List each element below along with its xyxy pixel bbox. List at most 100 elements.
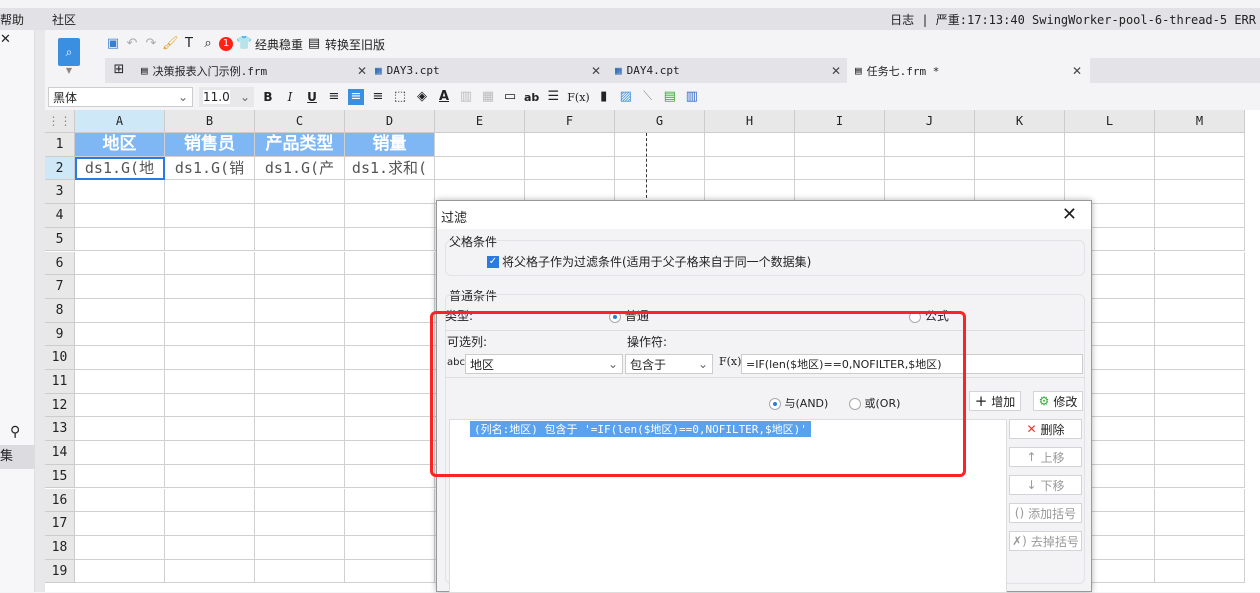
cell[interactable]	[1155, 298, 1245, 323]
menu-help[interactable]: 帮助	[0, 11, 24, 28]
brush-icon[interactable]: 🖌	[162, 36, 179, 52]
cell[interactable]	[1155, 441, 1245, 465]
cell[interactable]	[525, 133, 615, 157]
undo-icon[interactable]: ↶	[124, 36, 140, 52]
cell[interactable]	[345, 370, 435, 394]
cell[interactable]	[795, 156, 885, 181]
cell[interactable]	[75, 393, 165, 418]
close-icon[interactable]: ✕	[0, 32, 11, 47]
italic-button[interactable]: I	[282, 90, 298, 104]
cell[interactable]	[885, 133, 975, 157]
panel-splitter[interactable]	[35, 30, 45, 592]
cell[interactable]	[345, 464, 435, 489]
formula-icon[interactable]: F(x)	[719, 355, 741, 368]
cell[interactable]	[75, 275, 165, 299]
cell[interactable]	[345, 559, 435, 584]
cell[interactable]	[345, 417, 435, 442]
data-cell[interactable]: ds1.G(销	[165, 156, 255, 181]
cell[interactable]	[255, 275, 345, 299]
cell[interactable]	[1065, 156, 1155, 181]
close-icon[interactable]: ✕	[1062, 204, 1077, 225]
cell[interactable]	[1155, 227, 1245, 252]
cell[interactable]	[165, 441, 255, 465]
data-cell[interactable]: ds1.G(产	[255, 156, 345, 181]
cell[interactable]	[165, 322, 255, 347]
cell[interactable]	[1155, 535, 1245, 560]
tab-file-3[interactable]: ▦ DAY4.cpt ✕	[607, 58, 849, 83]
or-radio[interactable]: 或(OR)	[849, 395, 900, 411]
cell[interactable]	[165, 275, 255, 299]
cell[interactable]	[255, 535, 345, 560]
cell[interactable]	[75, 441, 165, 465]
cell[interactable]	[1155, 156, 1245, 181]
cell[interactable]	[525, 156, 615, 181]
column-header[interactable]: D	[345, 110, 435, 133]
cell[interactable]	[1155, 464, 1245, 489]
header-cell[interactable]: 地区	[75, 133, 165, 157]
value-input[interactable]: =IF(len($地区)==0,NOFILTER,$地区)	[741, 354, 1083, 374]
condition-item[interactable]: (列名:地区) 包含于 '=IF(len($地区)==0,NOFILTER,$地…	[470, 421, 811, 437]
cell[interactable]	[165, 204, 255, 228]
search-icon[interactable]: ⚲	[10, 424, 20, 440]
cell[interactable]	[75, 204, 165, 228]
close-tab-icon[interactable]: ✕	[1072, 64, 1082, 78]
cell[interactable]	[885, 156, 975, 181]
cell[interactable]	[1155, 393, 1245, 418]
cell[interactable]	[75, 346, 165, 370]
row-header[interactable]: 12	[45, 393, 75, 418]
align-left-icon[interactable]: ≡	[326, 89, 342, 105]
cell[interactable]	[255, 417, 345, 442]
row-header[interactable]: 5	[45, 227, 75, 252]
cell[interactable]	[75, 417, 165, 442]
cell[interactable]	[615, 133, 705, 157]
row-header[interactable]: 15	[45, 464, 75, 489]
cell[interactable]	[75, 535, 165, 560]
cell[interactable]	[1155, 512, 1245, 536]
cell[interactable]	[75, 227, 165, 252]
cell[interactable]	[1155, 204, 1245, 228]
cell[interactable]	[165, 370, 255, 394]
tab-file-1[interactable]: ▤ 决策报表入门示例.frm ✕	[133, 58, 375, 83]
widget-icon[interactable]: ▥	[684, 89, 700, 105]
cell[interactable]	[165, 488, 255, 513]
cell[interactable]	[1155, 370, 1245, 394]
font-color-icon[interactable]: A	[436, 89, 452, 105]
cell[interactable]	[795, 133, 885, 157]
cell[interactable]	[75, 322, 165, 347]
move-up-button[interactable]: ↑ 上移	[1009, 447, 1082, 467]
cell[interactable]	[345, 227, 435, 252]
cell[interactable]	[165, 393, 255, 418]
cell[interactable]	[255, 464, 345, 489]
cell[interactable]	[255, 488, 345, 513]
cell[interactable]	[165, 464, 255, 489]
cell[interactable]	[75, 559, 165, 584]
convert-button[interactable]: 转换至旧版	[325, 36, 385, 53]
preview-button[interactable]: ⌕ ▼	[55, 38, 83, 78]
select-all-corner[interactable]: ⋮⋮	[45, 110, 75, 133]
cell[interactable]	[165, 417, 255, 442]
close-tab-icon[interactable]: ✕	[591, 64, 601, 78]
row-header[interactable]: 11	[45, 370, 75, 394]
cell[interactable]	[1155, 275, 1245, 299]
cell[interactable]	[75, 464, 165, 489]
row-header[interactable]: 1	[45, 133, 75, 157]
classic-theme-button[interactable]: 经典稳重	[255, 36, 303, 53]
parent-filter-checkbox[interactable]: ✓ 将父格子作为过滤条件(适用于父子格来自于同一个数据集)	[487, 253, 811, 270]
cell[interactable]	[165, 180, 255, 205]
cell[interactable]	[615, 156, 705, 181]
cell[interactable]	[1155, 133, 1245, 157]
column-header[interactable]: K	[975, 110, 1065, 133]
cell[interactable]	[345, 441, 435, 465]
row-header[interactable]: 3	[45, 180, 75, 205]
row-header[interactable]: 13	[45, 417, 75, 442]
cell[interactable]	[75, 512, 165, 536]
log-status[interactable]: 日志 | 严重:17:13:40 SwingWorker-pool-6-thre…	[890, 11, 1256, 28]
data-cell[interactable]: ds1.求和(	[345, 156, 435, 181]
column-header[interactable]: I	[795, 110, 885, 133]
close-tab-icon[interactable]: ✕	[831, 64, 841, 78]
cell[interactable]	[345, 251, 435, 276]
add-button[interactable]: + 增加	[969, 391, 1021, 411]
cell[interactable]	[345, 393, 435, 418]
column-header[interactable]: F	[525, 110, 615, 133]
cell[interactable]	[165, 512, 255, 536]
